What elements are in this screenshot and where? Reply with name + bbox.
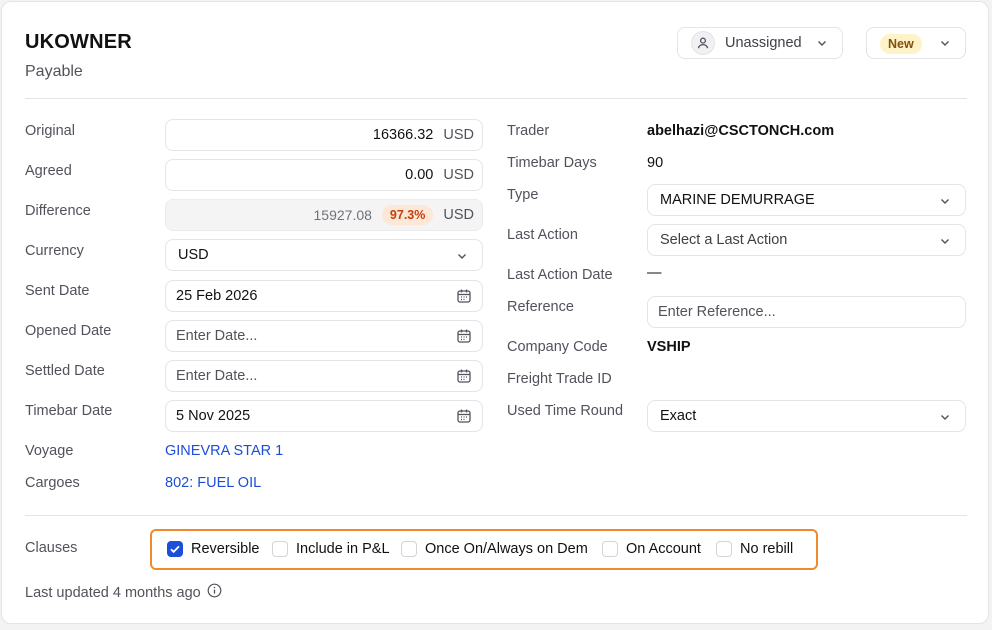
calendar-icon[interactable] [456, 368, 472, 388]
company-code-label: Company Code [507, 339, 608, 355]
company-code-value: VSHIP [647, 339, 691, 355]
status-badge: New [880, 34, 922, 54]
sent-date-value: 25 Feb 2026 [176, 288, 258, 304]
last-action-date-label: Last Action Date [507, 267, 613, 283]
settled-date-input[interactable]: Enter Date... [165, 360, 483, 392]
voyage-link[interactable]: GINEVRA STAR 1 [165, 443, 283, 459]
chevron-down-icon [816, 37, 828, 53]
once-on-always-on-dem-checkbox[interactable] [401, 541, 417, 557]
trader-value: abelhazi@CSCTONCH.com [647, 123, 835, 139]
last-updated-text: Last updated 4 months ago [25, 584, 201, 601]
original-label: Original [25, 123, 75, 139]
sent-date-input[interactable]: 25 Feb 2026 [165, 280, 483, 312]
timebar-days-label: Timebar Days [507, 155, 597, 171]
reference-input[interactable]: Enter Reference... [647, 296, 966, 328]
reference-placeholder: Enter Reference... [658, 304, 776, 320]
difference-percent-badge: 97.3% [381, 205, 434, 225]
difference-value: 15927.08 [313, 207, 372, 223]
last-updated: Last updated 4 months ago [25, 583, 222, 602]
used-time-round-value: Exact [660, 408, 697, 424]
used-time-round-select[interactable]: Exact [647, 400, 966, 432]
chevron-down-icon [456, 250, 468, 266]
status-dropdown[interactable]: New [866, 27, 966, 59]
last-action-date-value: — [647, 265, 662, 281]
once-on-always-on-dem-label[interactable]: Once On/Always on Dem [425, 541, 588, 558]
difference-unit: USD [443, 207, 474, 223]
on-account-checkbox[interactable] [602, 541, 618, 557]
cargoes-label: Cargoes [25, 475, 80, 491]
settled-date-placeholder: Enter Date... [176, 368, 258, 384]
payable-card: UKOWNER Payable Unassigned New Original … [1, 1, 989, 624]
opened-date-placeholder: Enter Date... [176, 328, 258, 344]
timebar-date-input[interactable]: 5 Nov 2025 [165, 400, 483, 432]
info-icon[interactable] [207, 583, 222, 602]
no-rebill-label[interactable]: No rebill [740, 541, 793, 558]
opened-date-input[interactable]: Enter Date... [165, 320, 483, 352]
chevron-down-icon [939, 411, 951, 427]
assignee-dropdown[interactable]: Unassigned [677, 27, 843, 59]
type-select[interactable]: MARINE DEMURRAGE [647, 184, 966, 216]
assignee-label: Unassigned [725, 35, 802, 51]
user-icon [691, 31, 715, 55]
used-time-round-label: Used Time Round [507, 403, 624, 419]
difference-field: 15927.08 97.3% USD [165, 199, 483, 231]
agreed-label: Agreed [25, 163, 72, 179]
page-title: UKOWNER [25, 31, 132, 53]
currency-value: USD [178, 247, 209, 263]
opened-date-label: Opened Date [25, 323, 112, 339]
last-action-label: Last Action [507, 227, 578, 243]
settled-date-label: Settled Date [25, 363, 105, 379]
timebar-date-label: Timebar Date [25, 403, 113, 419]
agreed-value: 0.00 [405, 167, 434, 183]
type-label: Type [507, 187, 539, 203]
chevron-down-icon [939, 235, 951, 251]
header-divider [25, 98, 967, 99]
agreed-unit: USD [443, 167, 474, 183]
calendar-icon[interactable] [456, 408, 472, 428]
voyage-label: Voyage [25, 443, 74, 459]
clauses-label: Clauses [25, 540, 78, 556]
reversible-label[interactable]: Reversible [191, 541, 260, 558]
trader-label: Trader [507, 123, 550, 139]
reversible-checkbox[interactable] [167, 541, 183, 557]
cargoes-link[interactable]: 802: FUEL OIL [165, 475, 261, 491]
reference-label: Reference [507, 299, 574, 315]
currency-select[interactable]: USD [165, 239, 483, 271]
chevron-down-icon [939, 37, 951, 53]
include-in-pl-checkbox[interactable] [272, 541, 288, 557]
currency-label: Currency [25, 243, 84, 259]
timebar-date-value: 5 Nov 2025 [176, 408, 251, 424]
on-account-label[interactable]: On Account [626, 541, 701, 558]
original-input[interactable]: 16366.32 USD [165, 119, 483, 151]
freight-trade-id-label: Freight Trade ID [507, 371, 612, 387]
include-in-pl-label[interactable]: Include in P&L [296, 541, 390, 558]
original-value: 16366.32 [372, 127, 434, 143]
page-subtitle: Payable [25, 63, 83, 80]
difference-label: Difference [25, 203, 91, 219]
sent-date-label: Sent Date [25, 283, 90, 299]
timebar-days-value: 90 [647, 155, 664, 171]
last-action-select[interactable]: Select a Last Action [647, 224, 966, 256]
original-unit: USD [443, 127, 474, 143]
chevron-down-icon [939, 195, 951, 211]
calendar-icon[interactable] [456, 288, 472, 308]
no-rebill-checkbox[interactable] [716, 541, 732, 557]
calendar-icon[interactable] [456, 328, 472, 348]
clauses-divider [25, 515, 967, 516]
type-value: MARINE DEMURRAGE [660, 192, 815, 208]
agreed-input[interactable]: 0.00 USD [165, 159, 483, 191]
last-action-placeholder: Select a Last Action [660, 232, 788, 248]
check-icon [170, 545, 180, 554]
